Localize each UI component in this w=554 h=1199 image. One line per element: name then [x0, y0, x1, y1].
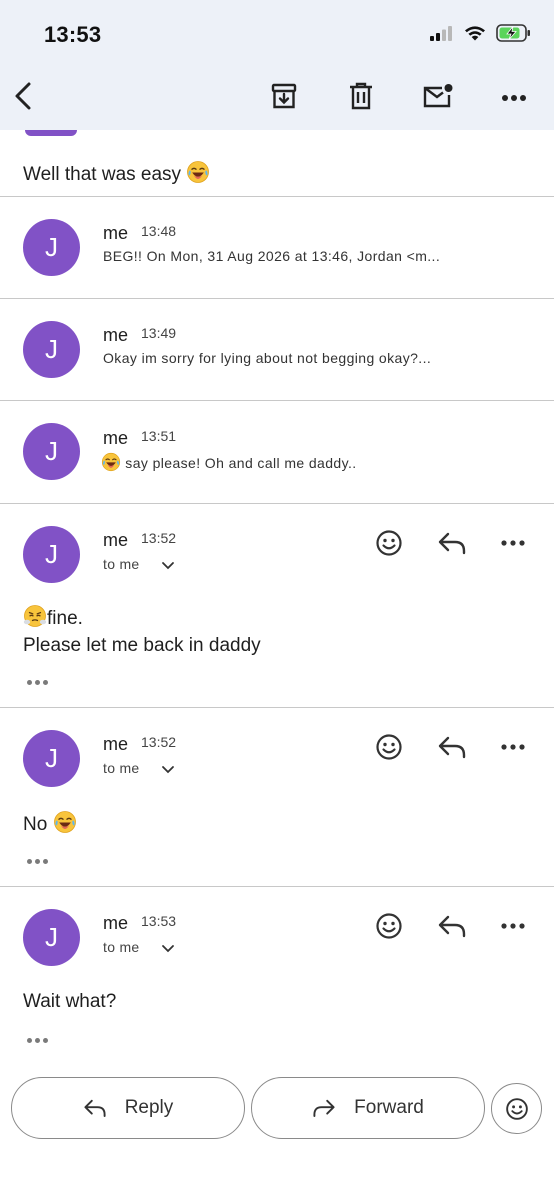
react-button[interactable]: [371, 729, 407, 765]
face-with-steam-emoji-icon: [23, 604, 47, 628]
collapsed-message[interactable]: J me 13:49 Okay im sorry for lying about…: [0, 299, 554, 401]
react-button[interactable]: [371, 908, 407, 944]
more-options-button[interactable]: [494, 78, 534, 118]
delete-icon: [348, 82, 374, 115]
avatar: J: [23, 219, 80, 276]
delete-button[interactable]: [341, 78, 381, 118]
laughing-emoji-icon: [186, 160, 210, 184]
collapsed-message[interactable]: J me 13:48 BEG!! On Mon, 31 Aug 2026 at …: [0, 197, 554, 299]
reply-button[interactable]: [434, 729, 470, 765]
chevron-down-icon[interactable]: [160, 941, 176, 957]
more-icon: [501, 744, 525, 750]
message-time: 13:52: [141, 734, 177, 750]
message-more-button[interactable]: [495, 729, 531, 765]
sender-name: me: [103, 428, 129, 448]
header-bar: 13:53: [0, 0, 554, 130]
forward-button[interactable]: Forward: [251, 1077, 485, 1139]
message-snippet: BEG!! On Mon, 31 Aug 2026 at 13:46, Jord…: [103, 248, 441, 264]
expanded-message: J me 13:53 to me Wait what?: [0, 887, 554, 1062]
more-icon: [501, 89, 527, 107]
recipient-toggle[interactable]: to me: [103, 939, 140, 955]
message-time: 13:53: [141, 913, 177, 929]
partial-message[interactable]: Well that was easy: [0, 130, 554, 197]
reply-label: Reply: [124, 1097, 174, 1118]
signal-icon: [430, 25, 454, 46]
message-snippet: say please! Oh and call me daddy..: [101, 452, 357, 472]
react-button[interactable]: [371, 525, 407, 561]
reply-icon: [438, 736, 466, 759]
message-more-button[interactable]: [495, 525, 531, 561]
sender-name: me: [103, 223, 129, 243]
avatar: J: [23, 526, 80, 583]
reply-icon: [84, 1099, 106, 1117]
mark-unread-button[interactable]: [418, 78, 458, 118]
sender-name: me: [103, 530, 129, 550]
forward-label: Forward: [354, 1097, 424, 1118]
back-icon: [11, 81, 35, 116]
reply-icon: [438, 532, 466, 555]
expanded-message: J me 13:52 to me No: [0, 708, 554, 887]
reply-icon: [438, 915, 466, 938]
message-time: 13:48: [141, 223, 177, 239]
recipient-toggle[interactable]: to me: [103, 556, 140, 572]
archive-icon: [270, 82, 298, 115]
show-trimmed-button[interactable]: [23, 854, 51, 868]
message-body: Well that was easy: [23, 160, 210, 186]
message-snippet: Okay im sorry for lying about not beggin…: [103, 350, 432, 366]
recipient-toggle[interactable]: to me: [103, 760, 140, 776]
message-time: 13:51: [141, 428, 177, 444]
show-trimmed-button[interactable]: [23, 675, 51, 689]
message-body: fine. Please let me back in daddy: [23, 604, 261, 659]
chevron-down-icon[interactable]: [160, 762, 176, 778]
smiley-icon: [376, 530, 402, 556]
status-icons: [430, 22, 532, 48]
forward-icon: [313, 1099, 335, 1117]
wifi-icon: [463, 24, 487, 47]
smiley-icon: [376, 734, 402, 760]
collapsed-message[interactable]: J me 13:51 say please! Oh and call me da…: [0, 401, 554, 504]
avatar: J: [23, 321, 80, 378]
expanded-message: J me 13:52 to me fine. Please let me bac…: [0, 504, 554, 708]
laughing-emoji-icon: [101, 452, 121, 472]
sender-name: me: [103, 913, 129, 933]
back-button[interactable]: [3, 78, 43, 118]
more-icon: [501, 923, 525, 929]
emoji-reaction-button[interactable]: [491, 1083, 542, 1134]
message-body: Wait what?: [23, 991, 117, 1012]
mark-unread-icon: [423, 83, 453, 114]
archive-button[interactable]: [264, 78, 304, 118]
avatar: J: [23, 909, 80, 966]
message-more-button[interactable]: [495, 908, 531, 944]
message-time: 13:52: [141, 530, 177, 546]
chevron-down-icon[interactable]: [160, 558, 176, 574]
smiley-icon: [376, 913, 402, 939]
avatar: J: [23, 730, 80, 787]
more-icon: [501, 540, 525, 546]
smiley-icon: [505, 1097, 528, 1120]
status-time: 13:53: [44, 22, 102, 47]
reply-all-bottom-button[interactable]: Reply: [11, 1077, 245, 1139]
sender-name: me: [103, 325, 129, 345]
reply-button[interactable]: [434, 908, 470, 944]
sender-name: me: [103, 734, 129, 754]
message-body: No: [23, 810, 77, 838]
battery-charging-icon: [496, 23, 532, 48]
avatar: J: [23, 423, 80, 480]
laughing-emoji-icon: [53, 810, 77, 834]
show-trimmed-button[interactable]: [23, 1033, 51, 1047]
reply-button[interactable]: [434, 525, 470, 561]
message-time: 13:49: [141, 325, 177, 341]
